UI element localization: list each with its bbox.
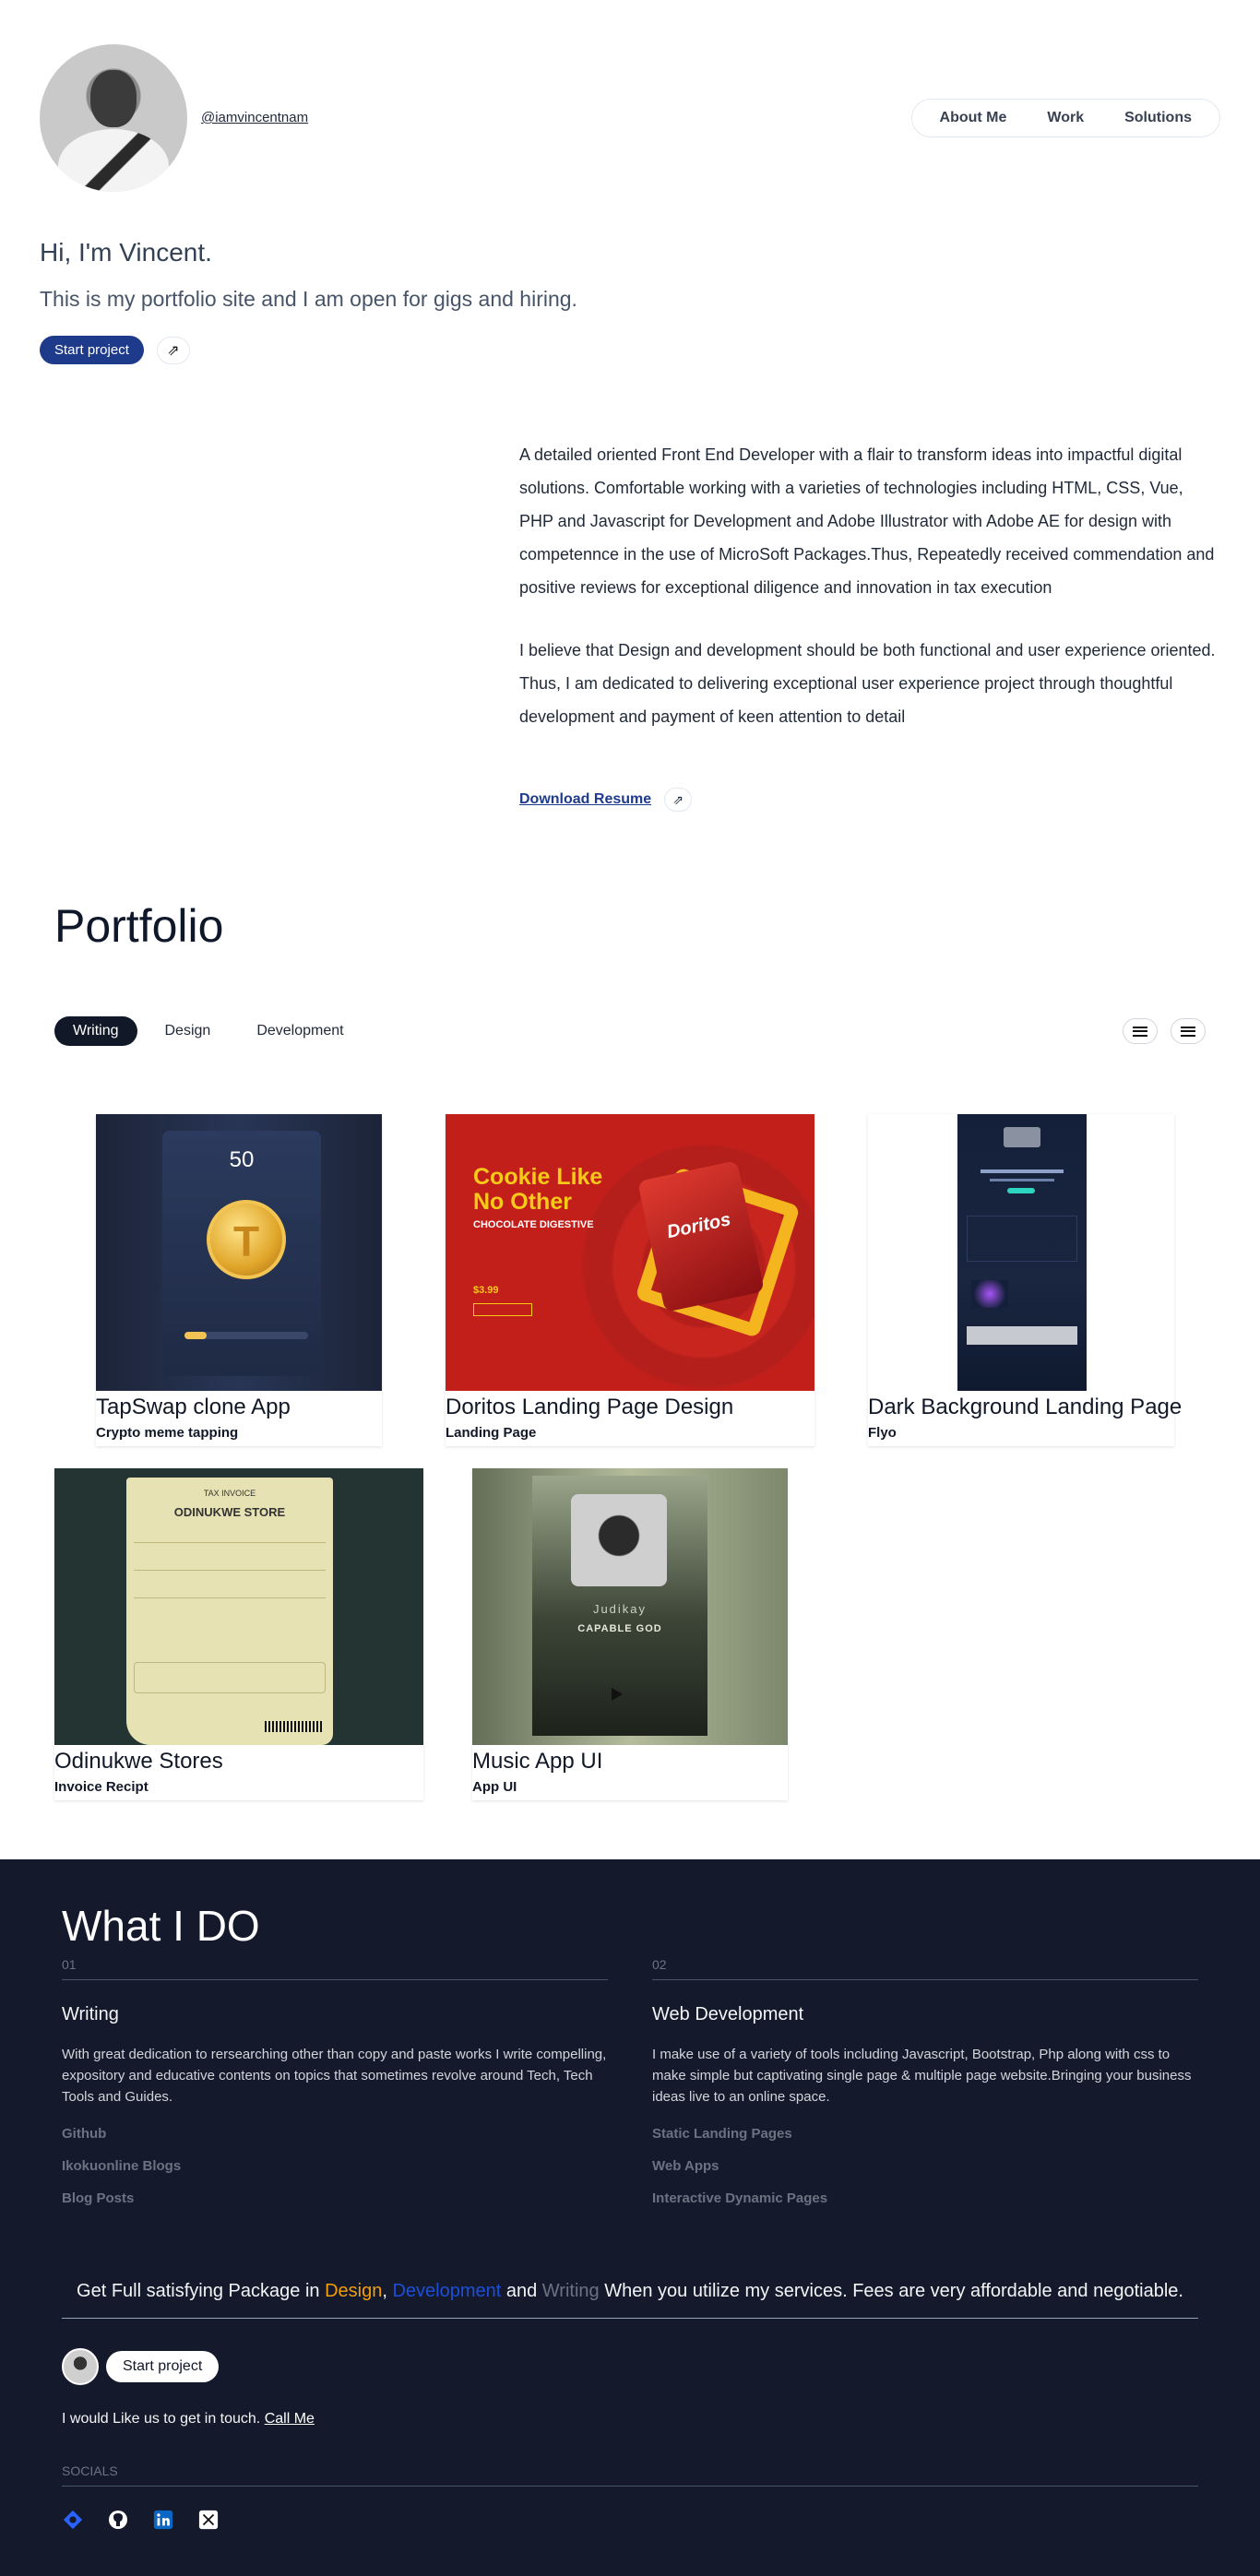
card-subtitle: Crypto meme tapping <box>96 1425 239 1441</box>
about-section: A detailed oriented Front End Developer … <box>519 438 1220 733</box>
tab-design[interactable]: Design <box>147 1016 230 1046</box>
card-subtitle: Landing Page <box>446 1425 537 1441</box>
hero-actions: Start project ⇗ <box>40 336 190 364</box>
thumb-subheading: CHOCOLATE DIGESTIVE <box>473 1219 594 1230</box>
what-i-do-title: What I DO <box>62 1902 260 1950</box>
hashnode-icon[interactable] <box>62 2509 84 2531</box>
service-description: With great dedication to rersearching ot… <box>62 2047 607 2105</box>
start-project-button[interactable]: Start project <box>40 336 144 364</box>
package-design: Design <box>325 2281 383 2301</box>
package-text-end: When you utilize my services. Fees are v… <box>599 2281 1183 2301</box>
nav-work[interactable]: Work <box>1027 110 1104 126</box>
package-writing: Writing <box>541 2281 600 2301</box>
hero-title: Hi, I'm Vincent. <box>40 238 212 267</box>
barcode <box>265 1721 324 1732</box>
socials-label: SOCIALS <box>62 2463 1198 2487</box>
main-nav: About Me Work Solutions <box>910 99 1220 137</box>
nav-about-me[interactable]: About Me <box>920 110 1028 126</box>
menu-icon[interactable] <box>1171 1018 1206 1044</box>
card-subtitle: App UI <box>472 1779 517 1795</box>
profile-avatar <box>40 44 187 192</box>
service-number: 02 <box>652 1957 1198 1980</box>
thumb-progress <box>184 1332 308 1339</box>
contact-text: I would Like us to get in touch. <box>62 2411 265 2427</box>
service-number: 01 <box>62 1957 608 1980</box>
service-link[interactable]: Ikokuonline Blogs <box>62 2158 608 2174</box>
service-column: 01 Writing With great dedication to rers… <box>62 1957 608 2223</box>
site-header: @iamvincentnam About Me Work Solutions <box>40 44 1220 192</box>
arrow-up-right-icon[interactable]: ⇗ <box>664 788 693 812</box>
card-title: Odinukwe Stores <box>54 1749 223 1774</box>
github-icon[interactable] <box>107 2509 129 2531</box>
list-view-icon[interactable] <box>1123 1018 1158 1044</box>
service-link[interactable]: Blog Posts <box>62 2190 608 2206</box>
service-link[interactable]: Github <box>62 2126 608 2142</box>
invoice-thumbnail: TAX INVOICE ODINUKWE STORE <box>54 1468 423 1745</box>
tapswap-thumbnail: 50 T <box>96 1114 382 1391</box>
doritos-thumbnail: Cookie Like No Other CHOCOLATE DIGESTIVE… <box>446 1114 814 1391</box>
about-paragraph-2: I believe that Design and development sh… <box>519 641 1216 726</box>
call-me-link[interactable]: Call Me <box>265 2411 315 2427</box>
social-icons <box>62 2509 220 2531</box>
artist-photo <box>571 1494 667 1586</box>
thumb-invoice-label: TAX INVOICE <box>203 1489 256 1498</box>
linkedin-icon[interactable] <box>152 2509 174 2531</box>
service-link[interactable]: Web Apps <box>652 2158 1198 2174</box>
card-title: Music App UI <box>472 1749 603 1774</box>
thumb-song: CAPABLE GOD <box>577 1623 662 1634</box>
thumb-artist: Judikay <box>592 1602 648 1616</box>
card-title: TapSwap clone App <box>96 1395 291 1419</box>
dark-landing-thumbnail <box>868 1114 1174 1391</box>
card-title: Dark Background Landing Page <box>868 1395 1183 1419</box>
tab-writing[interactable]: Writing <box>54 1016 137 1046</box>
contact-line: I would Like us to get in touch. Call Me <box>62 2411 315 2428</box>
avatar <box>62 2348 99 2385</box>
service-column: 02 Web Development I make use of a varie… <box>652 1957 1198 2223</box>
service-link[interactable]: Interactive Dynamic Pages <box>652 2190 1198 2206</box>
payment-info-box <box>134 1662 326 1693</box>
service-heading: Writing <box>62 2004 119 2024</box>
start-project-button[interactable]: Start project <box>106 2351 220 2382</box>
what-i-do-section: What I DO 01 Writing With great dedicati… <box>0 1859 1260 2576</box>
view-toggles <box>1123 1018 1206 1044</box>
card-subtitle: Invoice Recipt <box>54 1779 149 1795</box>
package-text: Get Full satisfying Package in <box>77 2281 326 2301</box>
hero-subtitle: This is my portfolio site and I am open … <box>40 287 577 311</box>
portfolio-title: Portfolio <box>54 900 224 952</box>
coin-icon: T <box>207 1200 286 1279</box>
package-development: Development <box>392 2281 502 2301</box>
thumb-heading: Cookie Like No Other <box>473 1164 603 1215</box>
cta-row: Start project <box>62 2348 220 2385</box>
arrow-up-right-icon[interactable]: ⇗ <box>156 336 190 364</box>
resume-row: Download Resume ⇗ <box>519 788 693 812</box>
portfolio-card[interactable]: 50 T TapSwap clone App Crypto meme tappi… <box>96 1114 382 1446</box>
play-icon <box>612 1688 623 1701</box>
download-resume-link[interactable]: Download Resume <box>519 791 651 808</box>
handle-link[interactable]: @iamvincentnam <box>201 110 308 125</box>
service-heading: Web Development <box>652 2004 804 2024</box>
card-title: Doritos Landing Page Design <box>446 1395 734 1419</box>
x-icon[interactable] <box>197 2509 220 2531</box>
portfolio-tabs: Writing Design Development <box>54 1016 363 1046</box>
thumb-store-name: ODINUKWE STORE <box>173 1505 286 1519</box>
portfolio-card[interactable]: Judikay CAPABLE GOD Music App UI App UI <box>472 1468 788 1800</box>
package-statement: Get Full satisfying Package in Design, D… <box>62 2281 1198 2319</box>
portfolio-card[interactable]: Cookie Like No Other CHOCOLATE DIGESTIVE… <box>446 1114 814 1446</box>
thumb-button <box>473 1303 532 1316</box>
package-separator: , <box>382 2281 393 2301</box>
portfolio-card[interactable]: TAX INVOICE ODINUKWE STORE Odinukwe Stor… <box>54 1468 423 1800</box>
service-description: I make use of a variety of tools includi… <box>652 2047 1192 2105</box>
music-thumbnail: Judikay CAPABLE GOD <box>472 1468 788 1745</box>
thumb-score: 50 <box>229 1147 255 1172</box>
nav-solutions[interactable]: Solutions <box>1104 110 1212 126</box>
package-and: and <box>501 2281 542 2301</box>
card-subtitle: Flyo <box>868 1425 897 1441</box>
service-link[interactable]: Static Landing Pages <box>652 2126 1198 2142</box>
about-paragraph-1: A detailed oriented Front End Developer … <box>519 445 1215 597</box>
portfolio-card[interactable]: Dark Background Landing Page Flyo <box>868 1114 1182 1446</box>
thumb-brand: Doritos <box>665 1209 733 1243</box>
thumb-price: $3.99 <box>473 1285 499 1296</box>
tab-development[interactable]: Development <box>238 1016 362 1046</box>
